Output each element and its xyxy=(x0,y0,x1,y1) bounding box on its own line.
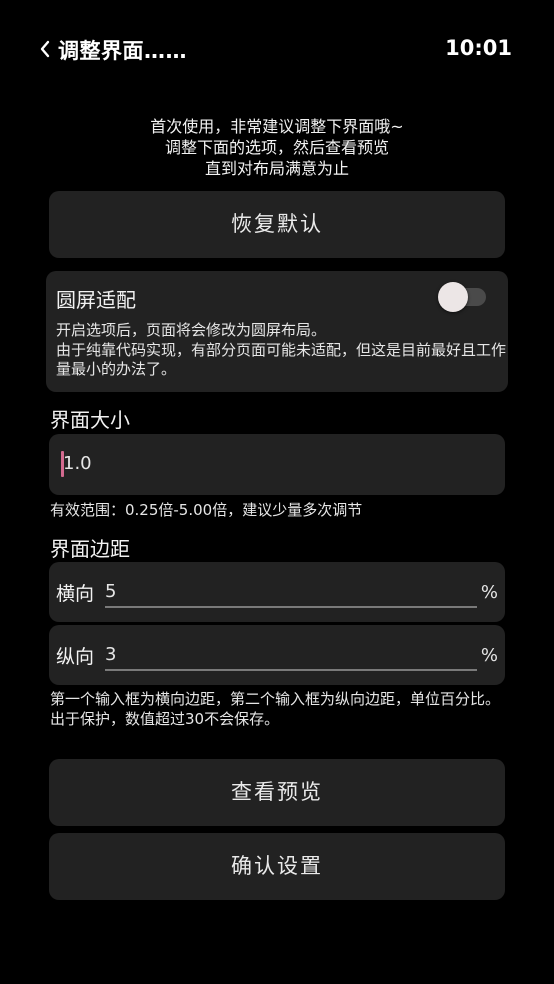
clock: 10:01 xyxy=(445,36,512,60)
intro-line: 直到对布局满意为止 xyxy=(204,159,349,178)
round-screen-card: 圆屏适配 开启选项后，页面将会修改为圆屏布局。 由于纯靠代码实现，有部分页面可能… xyxy=(46,271,508,392)
vertical-margin-row: 纵向 3 % xyxy=(49,625,505,685)
intro-line: 首次使用，非常建议调整下界面哦~ xyxy=(150,117,404,136)
preview-button[interactable]: 查看预览 xyxy=(49,759,505,826)
ui-margin-hint: 第一个输入框为横向边距，第二个输入框为纵向边距，单位百分比。 出于保护，数值超过… xyxy=(50,690,504,729)
back-button[interactable] xyxy=(38,36,52,62)
vertical-margin-input[interactable]: 3 xyxy=(105,644,116,665)
input-underline xyxy=(105,669,477,671)
round-screen-title: 圆屏适配 xyxy=(56,288,136,312)
ui-size-hint: 有效范围：0.25倍-5.00倍，建议少量多次调节 xyxy=(50,501,363,519)
description-line: 由于纯靠代码实现，有部分页面可能未适配，但这是目前最好且工作量最小的办法了。 xyxy=(56,340,507,379)
intro-line: 调整下面的选项，然后查看预览 xyxy=(164,138,389,157)
text-cursor xyxy=(61,451,64,477)
ui-margin-label: 界面边距 xyxy=(50,537,130,561)
intro-text: 首次使用，非常建议调整下界面哦~ 调整下面的选项，然后查看预览 直到对布局满意为… xyxy=(0,116,554,179)
reset-default-button[interactable]: 恢复默认 xyxy=(49,191,505,258)
chevron-left-icon xyxy=(40,40,50,58)
ui-size-value: 1.0 xyxy=(63,453,92,474)
horizontal-margin-row: 横向 5 % xyxy=(49,562,505,622)
horizontal-margin-input[interactable]: 5 xyxy=(105,581,116,602)
percent-unit: % xyxy=(480,645,498,666)
ui-size-input[interactable]: 1.0 xyxy=(49,434,505,495)
description-line: 开启选项后，页面将会修改为圆屏布局。 xyxy=(56,321,327,339)
ui-size-label: 界面大小 xyxy=(50,408,130,432)
confirm-settings-button[interactable]: 确认设置 xyxy=(49,833,505,900)
input-underline xyxy=(105,606,477,608)
vertical-margin-label: 纵向 xyxy=(56,646,95,668)
top-bar: 调整界面…… 10:01 xyxy=(0,0,554,100)
round-screen-description: 开启选项后，页面将会修改为圆屏布局。 由于纯靠代码实现，有部分页面可能未适配，但… xyxy=(56,321,506,380)
horizontal-margin-label: 横向 xyxy=(56,583,95,605)
hint-line: 第一个输入框为横向边距，第二个输入框为纵向边距，单位百分比。 xyxy=(50,690,501,708)
hint-line: 出于保护，数值超过30不会保存。 xyxy=(50,709,280,728)
round-screen-toggle[interactable] xyxy=(438,282,490,312)
page-title: 调整界面…… xyxy=(58,39,187,63)
toggle-thumb xyxy=(438,282,468,312)
percent-unit: % xyxy=(480,582,498,603)
